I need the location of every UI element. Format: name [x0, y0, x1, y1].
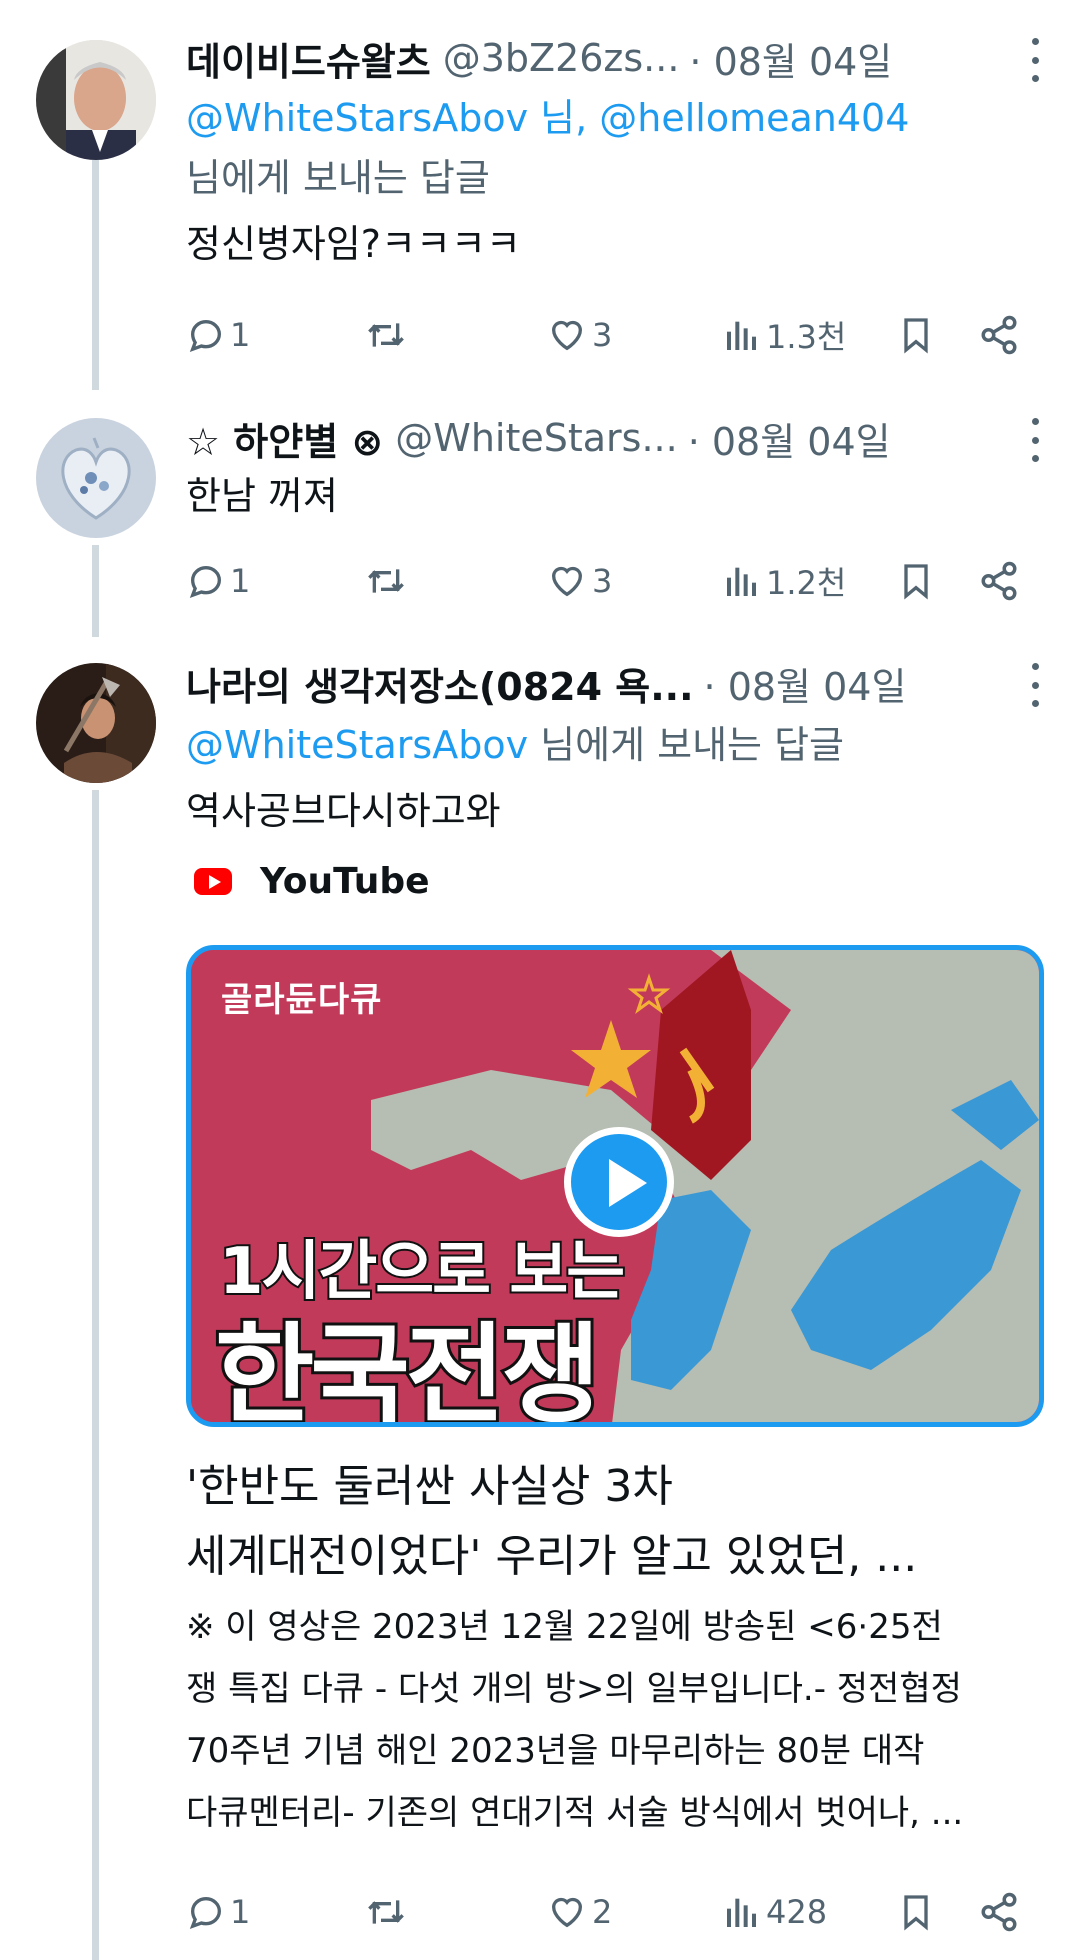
views-icon — [727, 1898, 756, 1927]
link-card-description: 70주년 기념 해인 2023년을 마무리하는 80분 대작 — [186, 1731, 925, 1771]
author-handle[interactable]: @WhiteStars... — [395, 416, 677, 460]
like-count: 2 — [592, 1893, 613, 1931]
thumbnail-channel-label: 골라듄다큐 — [221, 980, 383, 1020]
views-count: 1.2천 — [766, 564, 847, 602]
views-icon — [727, 567, 756, 596]
share-icon — [981, 561, 1017, 601]
reply-button[interactable]: 1 — [186, 561, 364, 601]
share-button[interactable] — [978, 560, 1020, 602]
views-icon — [727, 321, 756, 350]
more-options-icon[interactable] — [1020, 663, 1050, 707]
tweet-text: 정신병자임?ㅋㅋㅋㅋ — [186, 222, 521, 266]
link-card-title[interactable]: '한반도 둘러싼 사실상 3차 — [186, 1452, 1056, 1522]
link-card-description: 쟁 특집 다큐 - 다섯 개의 방>의 일부입니다.- 정전협정 — [186, 1669, 962, 1709]
retweet-button[interactable] — [364, 1892, 546, 1932]
retweet-button[interactable] — [364, 561, 546, 601]
like-button[interactable]: 3 — [546, 561, 722, 601]
share-icon — [981, 315, 1017, 355]
tweet-date[interactable]: · 08월 04일 — [689, 31, 892, 86]
like-count: 3 — [592, 562, 613, 600]
views-count: 1.3천 — [766, 318, 847, 356]
reply-icon — [189, 319, 222, 352]
reply-icon — [189, 565, 222, 598]
share-button[interactable] — [978, 314, 1020, 356]
video-thumbnail[interactable]: 골라듄다큐 1시간으로 보는 한국전쟁 — [186, 945, 1044, 1427]
thread-line — [92, 790, 99, 1960]
play-icon[interactable] — [564, 1127, 674, 1237]
author-name[interactable]: ☆ 하얀별 ⊗ — [186, 411, 383, 466]
thread-line — [92, 160, 99, 390]
reply-to-label: 님에게 보내는 답글 — [540, 723, 845, 767]
reply-feed: 데이비드슈왈츠 @3bZ26zs... · 08월 04일 @WhiteStar… — [0, 0, 1080, 1960]
views-button[interactable]: 428 — [722, 1892, 896, 1932]
like-count: 3 — [592, 316, 613, 354]
share-icon — [981, 1892, 1017, 1932]
bookmark-icon — [904, 1895, 928, 1931]
tweet-text: 한남 꺼져 — [186, 474, 338, 518]
avatar[interactable] — [36, 663, 156, 783]
avatar[interactable] — [36, 40, 156, 160]
heart-icon — [551, 320, 583, 351]
link-card-description: 다큐멘터리- 기존의 연대기적 서술 방식에서 벗어나, ... — [186, 1793, 964, 1833]
link-card-description: ※ 이 영상은 2023년 12월 22일에 방송된 <6·25전 — [186, 1607, 943, 1647]
retweet-icon — [368, 323, 404, 347]
like-button[interactable]: 3 — [546, 315, 722, 355]
bookmark-icon — [904, 318, 928, 354]
reply-count: 1 — [230, 1893, 251, 1931]
author-name[interactable]: 데이비드슈왈츠 — [186, 31, 431, 86]
like-button[interactable]: 2 — [546, 1892, 722, 1932]
link-card-source-label: YouTube — [260, 860, 430, 902]
thread-line — [92, 545, 99, 637]
heart-icon — [551, 566, 583, 597]
more-options-icon[interactable] — [1020, 38, 1050, 82]
tweet-date[interactable]: · 08월 04일 — [704, 656, 907, 711]
bookmark-button[interactable] — [896, 314, 978, 356]
link-card-title[interactable]: 세계대전이었다' 우리가 알고 있었던, ... — [186, 1522, 1056, 1592]
views-button[interactable]: 1.2천 — [722, 558, 896, 604]
author-name[interactable]: 나라의 생각저장소(0824 욕... — [186, 656, 694, 711]
avatar[interactable] — [36, 418, 156, 538]
reply-mention[interactable]: @WhiteStarsAbov — [186, 723, 528, 767]
author-handle[interactable]: @3bZ26zs... — [443, 36, 680, 80]
retweet-icon — [368, 1900, 404, 1924]
tweet-text: 역사공브다시하고와 — [186, 789, 501, 833]
thumbnail-title-line2: 한국전쟁 — [212, 1310, 603, 1427]
more-options-icon[interactable] — [1020, 418, 1050, 462]
heart-icon — [551, 1897, 583, 1928]
views-button[interactable]: 1.3천 — [722, 312, 896, 358]
views-count: 428 — [766, 1893, 828, 1931]
reply-count: 1 — [230, 562, 251, 600]
retweet-button[interactable] — [364, 315, 546, 355]
reply-count: 1 — [230, 316, 251, 354]
share-button[interactable] — [978, 1891, 1020, 1933]
bookmark-button[interactable] — [896, 560, 978, 602]
tweet-date[interactable]: · 08월 04일 — [688, 411, 891, 466]
retweet-icon — [368, 569, 404, 593]
bookmark-button[interactable] — [896, 1891, 978, 1933]
reply-button[interactable]: 1 — [186, 315, 364, 355]
reply-mention[interactable]: @WhiteStarsAbov 님, @hellomean404 — [186, 96, 909, 140]
youtube-logo-icon — [194, 867, 232, 895]
reply-icon — [189, 1896, 222, 1929]
link-card-source[interactable]: YouTube — [186, 851, 1056, 911]
reply-button[interactable]: 1 — [186, 1892, 364, 1932]
reply-to-label: 님에게 보내는 답글 — [186, 156, 490, 200]
bookmark-icon — [904, 564, 928, 600]
